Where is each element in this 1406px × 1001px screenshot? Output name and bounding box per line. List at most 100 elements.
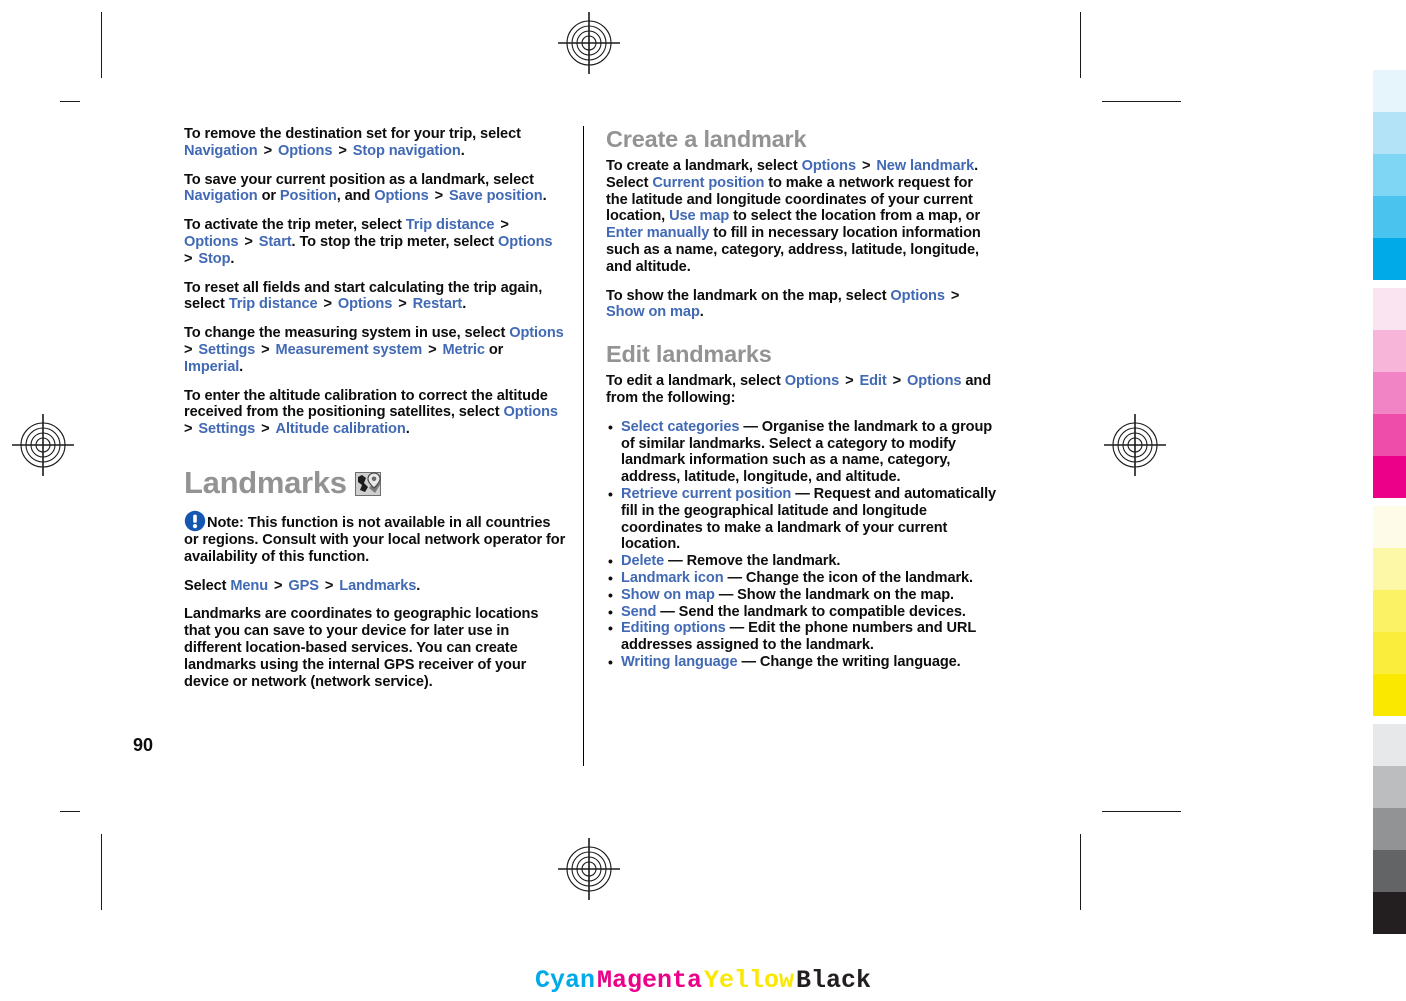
p-reset-fields-separator: > [319,296,336,313]
swatch-cyan-50 [1373,154,1406,196]
p-trip-meter: To activate the trip meter, select Trip … [184,217,566,267]
swatch-black-10 [1373,724,1406,766]
edit-intro-separator: > [888,373,905,390]
left-paragraph-group: To remove the destination set for your t… [184,126,566,438]
subsection-heading-edit-landmarks: Edit landmarks [606,341,772,368]
edit-intro-keyword: Options [907,373,962,390]
edit-option-item: Editing options — Edit the phone numbers… [606,620,998,654]
print-proof-page: To remove the destination set for your t… [0,0,1406,1001]
edit-option-term: Select categories [621,418,740,435]
edit-option-item: Landmark icon — Change the icon of the l… [606,570,998,587]
note-exclamation-icon [184,510,206,532]
p-create-landmark-keyword: Enter manually [606,225,710,242]
swatch-cyan-25 [1373,112,1406,154]
p-create-landmark-separator: > [858,158,875,174]
swatch-yellow-25 [1373,548,1406,590]
p-save-position-text: To save your current position as a landm… [184,171,534,188]
registration-mark-top [558,12,620,74]
edit-option-term: Writing language [621,653,738,670]
p-trip-meter-text: . To stop the trip meter, select [291,233,498,250]
p-reset-fields-keyword: Trip distance [228,296,318,313]
cmyk-caption: CyanMagentaYellowBlack [0,966,1406,995]
p-show-on-map: To show the landmark on the map, select … [606,288,998,322]
edit-options-list: Select categories — Organise the landmar… [606,419,998,671]
p-reset-fields-text: . [462,296,467,313]
edit-option-description: — Change the icon of the landmark. [723,569,974,586]
swatch-yellow-50 [1373,590,1406,632]
edit-option-term: Editing options [621,620,726,637]
subsection-heading-create-a-landmark: Create a landmark [606,126,807,152]
p-remove-destination-keyword: Stop navigation [352,142,461,159]
p-show-on-map-separator: > [946,287,960,304]
landmark-map-icon [354,470,383,496]
p-reset-fields-keyword: Restart [412,296,463,313]
cmyk-caption-black: Black [796,966,872,995]
p-trip-meter-separator: > [240,233,257,250]
p-measuring-system-separator: > [424,341,441,358]
p-trip-meter-keyword: Trip distance [405,217,495,234]
edit-option-description: — Change the writing language. [737,653,961,670]
p-save-position-keyword: Save position [448,188,543,205]
edit-option-term: Retrieve current position [621,485,792,502]
swatch-black-25 [1373,766,1406,808]
swatch-magenta-50 [1373,372,1406,414]
cmyk-caption-cyan: Cyan [534,966,595,995]
p-save-position-text: . [542,188,547,205]
p-remove-destination-keyword: Navigation [184,142,258,159]
p-altitude-calibration-keyword: Settings [198,421,256,438]
swatch-cyan-75 [1373,196,1406,238]
swatch-magenta-25 [1373,330,1406,372]
p-save-position-keyword: Position [279,188,337,205]
edit-intro-keyword: Edit [859,373,887,390]
cmyk-caption-yellow: Yellow [704,966,795,995]
p-save-position-keyword: Options [374,188,429,205]
registration-mark-left [12,414,74,476]
registration-mark-bottom [558,838,620,900]
p-create-landmark-text: to select the location from a map, or [729,208,981,225]
edit-intro-keyword: Options [784,373,840,390]
select-menu-keyword: GPS [288,577,319,594]
p-show-on-map-text: . [699,304,704,321]
p-trip-meter-text: To activate the trip meter, select [184,217,406,234]
edit-option-description: — Send the landmark to compatible device… [656,603,966,620]
p-trip-meter-keyword: Options [184,233,239,250]
crop-mark-bottom-right-vertical [1080,834,1081,910]
p-measuring-system-separator: > [257,341,274,358]
column-divider [583,126,584,766]
p-measuring-system-keyword: Imperial [184,358,240,375]
p-save-position: To save your current position as a landm… [184,172,566,206]
section-heading-landmarks: Landmarks [184,464,566,500]
swatch-black-100 [1373,892,1406,934]
p-create-landmark-keyword: New landmark [876,158,975,174]
swatch-yellow-100 [1373,674,1406,716]
registration-mark-right [1104,414,1166,476]
landmarks-description: Landmarks are coordinates to geographic … [184,606,539,690]
swatch-cyan-10 [1373,70,1406,112]
p-measuring-system-text: or [484,341,504,358]
p-measuring-system-keyword: Metric [442,341,485,358]
p-measuring-system-text: To change the measuring system in use, s… [184,325,510,342]
swatch-magenta-10 [1373,288,1406,330]
p-measuring-system: To change the measuring system in use, s… [184,325,566,375]
crop-mark-top-left-horizontal [60,101,80,102]
edit-option-description: — Remove the landmark. [664,553,841,570]
edit-option-item: Writing language — Change the writing la… [606,654,998,671]
left-text-column: To remove the destination set for your t… [184,126,566,690]
p-create-landmark: To create a landmark, select Options > N… [606,158,998,276]
section-heading-landmarks-text: Landmarks [184,464,347,500]
p-measuring-system-keyword: Options [509,325,564,342]
p-remove-destination-text: . [460,142,465,159]
swatch-black-75 [1373,850,1406,892]
crop-mark-bottom-left-horizontal [60,811,80,812]
p-create-landmark-keyword: Use map [669,208,730,225]
edit-intro-separator: > [841,373,858,390]
p-create-landmark-keyword: Options [801,158,857,174]
p-measuring-system-keyword: Measurement system [275,341,423,358]
p-trip-meter-keyword: Stop [198,250,231,267]
p-measuring-system-text: . [239,358,244,375]
edit-option-term: Landmark icon [621,569,724,586]
crop-mark-top-right-vertical [1080,12,1081,78]
select-menu-separator: > [270,577,287,594]
select-menu-keyword: Landmarks [339,577,417,594]
p-show-on-map-text: To show the landmark on the map, select [606,287,891,304]
